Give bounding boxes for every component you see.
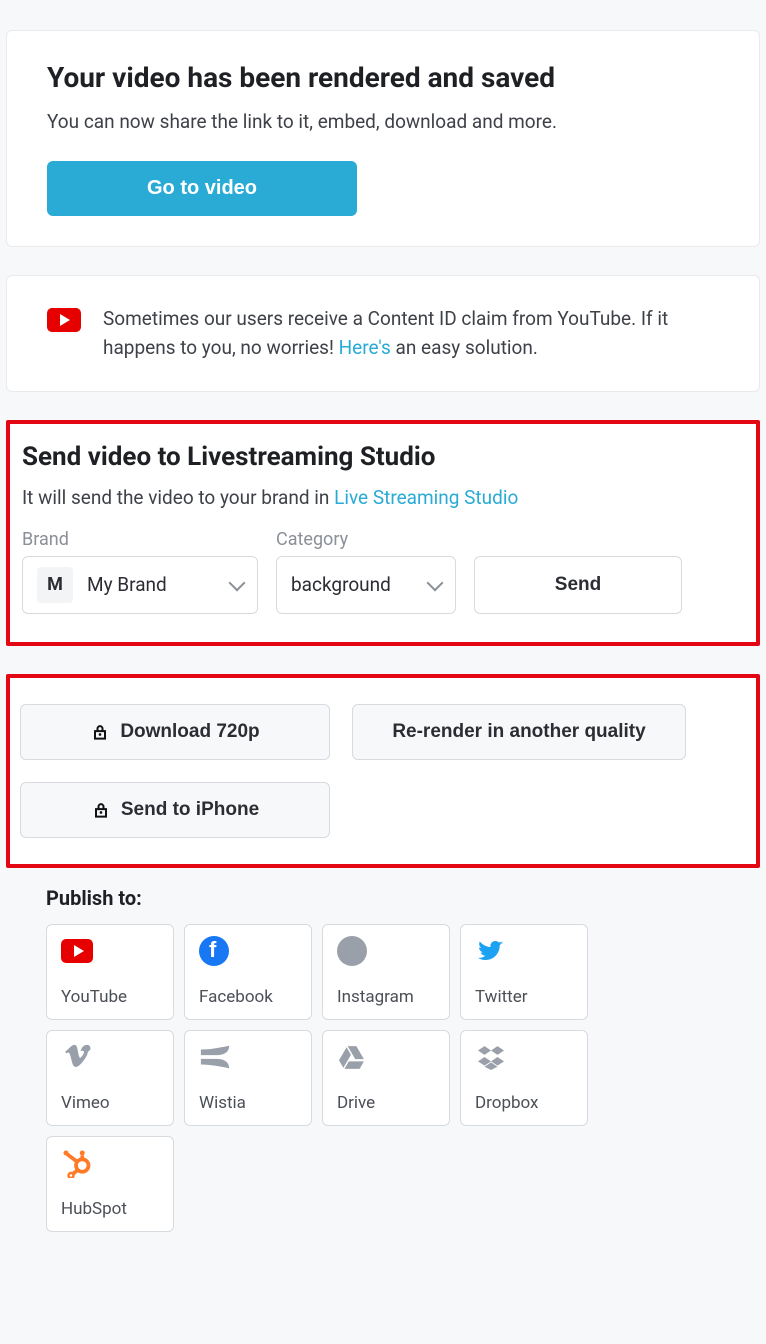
- brand-field: Brand M My Brand: [22, 529, 258, 614]
- send-button[interactable]: Send: [474, 556, 682, 614]
- brand-select[interactable]: M My Brand: [22, 556, 258, 614]
- facebook-icon: [199, 937, 231, 965]
- rerender-button[interactable]: Re-render in another quality: [352, 704, 686, 760]
- publish-youtube[interactable]: YouTube: [46, 924, 174, 1020]
- action-row-2: Send to iPhone: [20, 782, 746, 838]
- livestream-studio-link[interactable]: Live Streaming Studio: [334, 486, 518, 509]
- category-value: background: [291, 573, 391, 596]
- publish-label: Dropbox: [475, 1093, 573, 1113]
- publish-label: Instagram: [337, 987, 435, 1007]
- publish-instagram[interactable]: Instagram: [322, 924, 450, 1020]
- publish-facebook[interactable]: Facebook: [184, 924, 312, 1020]
- publish-label: Twitter: [475, 987, 573, 1007]
- publish-hubspot[interactable]: HubSpot: [46, 1136, 174, 1232]
- dropbox-icon: [475, 1043, 507, 1071]
- publish-dropbox[interactable]: Dropbox: [460, 1030, 588, 1126]
- publish-wistia[interactable]: Wistia: [184, 1030, 312, 1126]
- publish-label: Vimeo: [61, 1093, 159, 1113]
- download-button[interactable]: Download 720p: [20, 704, 330, 760]
- action-row-1: Download 720p Re-render in another quali…: [20, 704, 746, 760]
- publish-label: Wistia: [199, 1093, 297, 1113]
- publish-title: Publish to:: [46, 886, 766, 910]
- youtube-icon: [47, 308, 81, 332]
- hubspot-icon: [61, 1149, 93, 1177]
- drive-icon: [337, 1043, 369, 1071]
- brand-chip: M: [37, 567, 73, 603]
- notice-link[interactable]: Here's: [339, 336, 391, 359]
- publish-vimeo[interactable]: Vimeo: [46, 1030, 174, 1126]
- notice-after: an easy solution.: [391, 336, 538, 359]
- publish-label: HubSpot: [61, 1199, 159, 1219]
- notice-text: Sometimes our users receive a Content ID…: [103, 304, 719, 363]
- youtube-icon: [61, 937, 93, 965]
- livestream-form-row: Brand M My Brand Category background Sen…: [22, 529, 744, 614]
- category-label: Category: [276, 529, 456, 550]
- twitter-icon: [475, 937, 507, 965]
- livestream-section: Send video to Livestreaming Studio It wi…: [6, 420, 760, 646]
- category-field: Category background: [276, 529, 456, 614]
- rendered-title: Your video has been rendered and saved: [47, 61, 719, 94]
- go-to-video-button[interactable]: Go to video: [47, 161, 357, 216]
- publish-twitter[interactable]: Twitter: [460, 924, 588, 1020]
- lock-icon: [91, 800, 111, 820]
- rendered-subtext: You can now share the link to it, embed,…: [47, 110, 719, 133]
- download-label: Download 720p: [120, 721, 259, 743]
- publish-label: Facebook: [199, 987, 297, 1007]
- wistia-icon: [199, 1043, 231, 1071]
- brand-value: My Brand: [87, 573, 217, 596]
- livestream-title: Send video to Livestreaming Studio: [22, 442, 744, 472]
- livestream-subtext: It will send the video to your brand in …: [22, 486, 744, 509]
- category-select[interactable]: background: [276, 556, 456, 614]
- rendered-card: Your video has been rendered and saved Y…: [6, 30, 760, 247]
- publish-grid: YouTube Facebook Instagram Twitter Vimeo…: [46, 924, 720, 1232]
- vimeo-icon: [61, 1043, 93, 1071]
- actions-section: Download 720p Re-render in another quali…: [6, 674, 760, 868]
- send-iphone-button[interactable]: Send to iPhone: [20, 782, 330, 838]
- content-id-notice: Sometimes our users receive a Content ID…: [6, 275, 760, 392]
- chevron-down-icon: [427, 574, 444, 591]
- publish-drive[interactable]: Drive: [322, 1030, 450, 1126]
- instagram-icon: [337, 937, 369, 965]
- publish-label: Drive: [337, 1093, 435, 1113]
- send-iphone-label: Send to iPhone: [121, 799, 259, 821]
- publish-label: YouTube: [61, 987, 159, 1007]
- chevron-down-icon: [229, 574, 246, 591]
- rerender-label: Re-render in another quality: [392, 721, 645, 743]
- lock-icon: [90, 722, 110, 742]
- livestream-sub-before: It will send the video to your brand in: [22, 486, 334, 509]
- brand-label: Brand: [22, 529, 258, 550]
